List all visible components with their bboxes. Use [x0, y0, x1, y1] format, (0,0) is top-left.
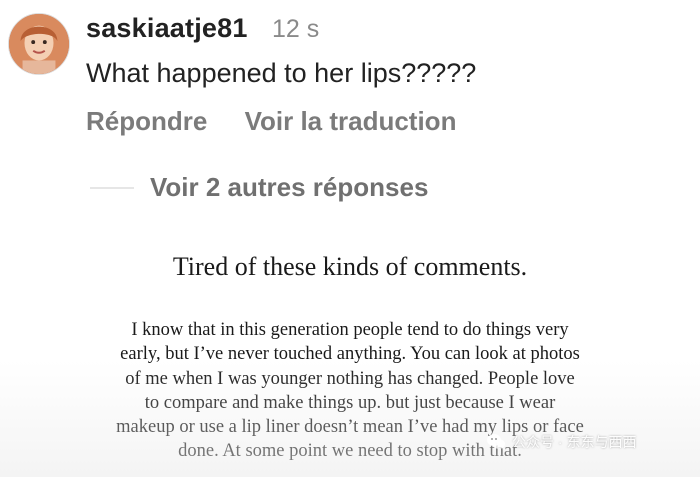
- statement-line: to compare and make things up. but just …: [144, 392, 556, 413]
- reply-button[interactable]: Répondre: [86, 106, 207, 137]
- more-replies[interactable]: Voir 2 autres réponses: [90, 172, 428, 203]
- avatar-image: [9, 14, 69, 74]
- comment-actions: Répondre Voir la traduction: [86, 106, 456, 137]
- wechat-icon: [486, 432, 506, 452]
- avatar[interactable]: [8, 13, 70, 75]
- statement-line: of me when I was younger nothing has cha…: [125, 368, 575, 389]
- comment-text: What happened to her lips?????: [86, 58, 477, 88]
- more-replies-button[interactable]: Voir 2 autres réponses: [150, 172, 428, 203]
- comment-username[interactable]: saskiaatje81: [86, 13, 248, 44]
- statement-line: early, but I’ve never touched anything. …: [120, 344, 580, 365]
- watermark: 公众号 · 东东与西西: [486, 432, 636, 452]
- statement-line: I know that in this generation people te…: [131, 320, 569, 340]
- translate-button[interactable]: Voir la traduction: [245, 106, 457, 137]
- comment-timestamp: 12 s: [272, 15, 320, 43]
- comment-thread: saskiaatje81 12 s What happened to her l…: [0, 0, 700, 220]
- watermark-text: 公众号 · 东东与西西: [512, 434, 637, 450]
- statement-title: Tired of these kinds of comments.: [172, 252, 528, 281]
- replies-divider: [90, 186, 134, 189]
